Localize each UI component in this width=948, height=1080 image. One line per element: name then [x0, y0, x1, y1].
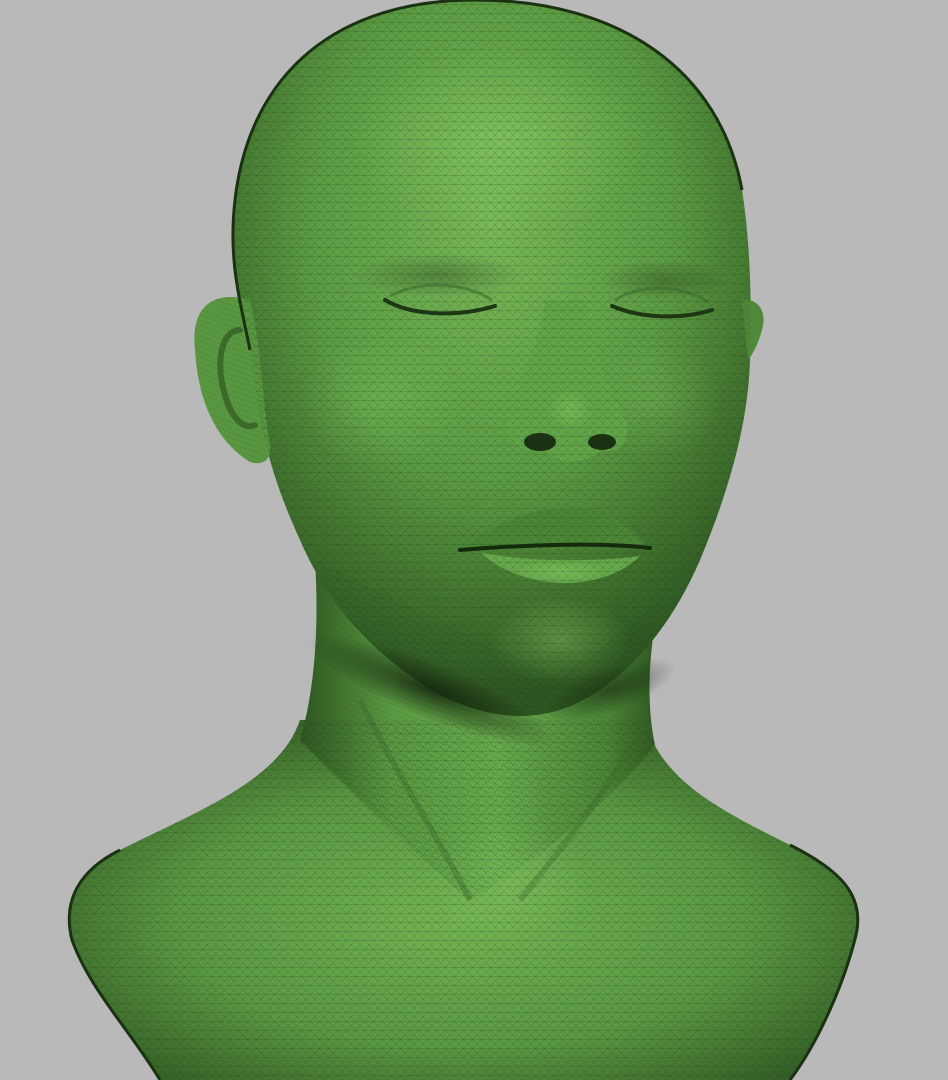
3d-viewport[interactable]: [0, 0, 948, 1080]
render-canvas: [0, 0, 948, 1080]
